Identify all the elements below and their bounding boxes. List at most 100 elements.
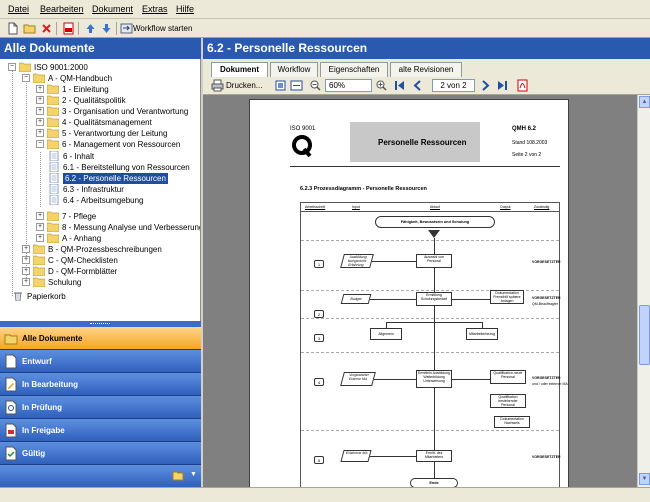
scroll-down-icon[interactable]: ▼: [639, 473, 650, 485]
scroll-thumb[interactable]: [639, 305, 650, 365]
end-terminator: Ende: [410, 478, 458, 487]
print-icon[interactable]: [211, 79, 224, 92]
move-up-icon[interactable]: [84, 22, 97, 35]
open-folder-icon[interactable]: [23, 22, 36, 35]
menu-dokument[interactable]: Dokument: [92, 4, 133, 14]
document-stand: Stand 108.2003: [512, 140, 548, 146]
tree-node-label: 5 - Verantwortung der Leitung: [62, 129, 168, 138]
zoom-in-icon[interactable]: [375, 79, 388, 92]
nav-label: In Freigabe: [22, 426, 65, 435]
folder-icon: [19, 62, 31, 72]
page-number-input[interactable]: 2 von 2: [432, 79, 475, 92]
folder-icon: [33, 255, 45, 265]
nav-in-bearbeitung[interactable]: In Bearbeitung: [0, 373, 201, 396]
menu-bearbeiten[interactable]: Bearbeiten: [40, 4, 84, 14]
pdf-icon[interactable]: [62, 22, 75, 35]
scroll-up-icon[interactable]: ▲: [639, 96, 650, 108]
role-label: VORGESETZTER: [532, 455, 561, 459]
status-bar: [0, 487, 650, 502]
output-document: Dokumentation Fremdhilf spätere Anlagen: [490, 290, 524, 304]
configure-icon[interactable]: [172, 470, 184, 481]
expand-icon[interactable]: +: [36, 85, 44, 93]
first-page-icon[interactable]: [393, 79, 406, 92]
start-arrow: [428, 230, 440, 238]
expand-icon[interactable]: +: [36, 234, 44, 242]
last-page-icon[interactable]: [496, 79, 509, 92]
nav-entwurf[interactable]: Entwurf: [0, 350, 201, 373]
expand-icon[interactable]: +: [36, 96, 44, 104]
tree-node-label: 1 - Einleitung: [62, 85, 109, 94]
trash-icon: [12, 291, 24, 301]
tree-node-label: 2 - Qualitätspolitik: [62, 96, 126, 105]
menu-hilfe[interactable]: Hilfe: [176, 4, 194, 14]
expand-icon[interactable]: +: [22, 267, 30, 275]
tree-node-label: 6 - Inhalt: [63, 152, 95, 161]
tab-alte-revisionen[interactable]: alte Revisionen: [390, 62, 462, 77]
tree-node-label: ISO 9001:2000: [34, 63, 88, 72]
print-button[interactable]: Drucken...: [226, 81, 262, 90]
process-box: Ermitt. des Mitarbeiters: [416, 450, 452, 462]
zoom-out-icon[interactable]: [309, 79, 322, 92]
move-down-icon[interactable]: [100, 22, 113, 35]
menu-extras[interactable]: Extras: [142, 4, 168, 14]
collapse-icon[interactable]: −: [8, 63, 16, 71]
expand-icon[interactable]: +: [36, 212, 44, 220]
document-title: 6.2 - Personelle Ressourcen: [203, 38, 650, 59]
previous-page-icon[interactable]: [411, 79, 424, 92]
new-document-icon[interactable]: [6, 22, 19, 35]
tree-node-label: A - Anhang: [62, 234, 102, 243]
document-icon: [48, 151, 60, 161]
expand-icon[interactable]: +: [22, 245, 30, 253]
fit-page-icon[interactable]: [274, 79, 287, 92]
expand-icon[interactable]: +: [36, 223, 44, 231]
next-page-icon[interactable]: [479, 79, 492, 92]
pdf-export-icon[interactable]: [516, 79, 529, 92]
process-box: Auswahl von Personal: [416, 254, 452, 268]
process-banner: Fähigkeit, Bewusstsein und Schulung: [375, 216, 495, 228]
document-viewer[interactable]: ISO 9001 Personelle Ressourcen QMH 6.2 S…: [203, 95, 637, 487]
expand-icon[interactable]: +: [36, 107, 44, 115]
tab-dokument[interactable]: Dokument: [211, 62, 268, 78]
nav-label: Alle Dokumente: [22, 334, 83, 343]
left-panel-title: Alle Dokumente: [0, 38, 201, 59]
chevron-down-icon[interactable]: ▼: [190, 471, 197, 478]
zoom-level-input[interactable]: 60%: [325, 79, 372, 92]
folder-icon: [33, 277, 45, 287]
process-box: Ermittlung Schulungsbedarf: [416, 292, 452, 306]
fit-width-icon[interactable]: [290, 79, 303, 92]
workflow-icon[interactable]: [120, 22, 133, 35]
folder-icon: [47, 106, 59, 116]
nav-gueltig[interactable]: Gültig: [0, 442, 201, 465]
menu-datei[interactable]: Datei: [8, 4, 29, 14]
expand-icon[interactable]: +: [36, 129, 44, 137]
input-shape: Vorgesetzter Externe MA: [340, 372, 376, 386]
tree-node-label: Schulung: [48, 278, 82, 287]
document-edit-icon: [4, 377, 18, 392]
tab-bar: Dokument Workflow Eigenschaften alte Rev…: [203, 59, 650, 78]
tab-workflow[interactable]: Workflow: [270, 62, 318, 77]
nav-in-freigabe[interactable]: In Freigabe: [0, 419, 201, 442]
folder-icon: [33, 266, 45, 276]
output-document: Qualifikation neuer Personal: [490, 370, 526, 384]
tree-node-label: 6 - Management von Ressourcen: [62, 140, 181, 149]
collapse-icon[interactable]: −: [36, 140, 44, 148]
tree-node-label: Papierkorb: [27, 292, 66, 301]
collapse-icon[interactable]: −: [22, 74, 30, 82]
expand-icon[interactable]: +: [22, 278, 30, 286]
delete-icon[interactable]: [40, 22, 53, 35]
expand-icon[interactable]: +: [36, 118, 44, 126]
column-label: Output: [500, 205, 511, 209]
iso-label: ISO 9001: [290, 126, 316, 132]
step-number: 4: [314, 378, 324, 386]
vertical-scrollbar[interactable]: ▲ ▼: [637, 95, 650, 487]
document-tree[interactable]: − ISO 9001:2000 − A - QM-Handbuch +1 - Ein…: [0, 59, 201, 321]
folder-icon: [33, 73, 45, 83]
document-approve-icon: [4, 423, 18, 438]
nav-in-pruefung[interactable]: In Prüfung: [0, 396, 201, 419]
document-id: QMH 6.2: [512, 126, 537, 132]
tree-node-label: 6.3 - Infrastruktur: [63, 185, 124, 194]
expand-icon[interactable]: +: [22, 256, 30, 264]
nav-alle-dokumente[interactable]: Alle Dokumente: [0, 327, 201, 350]
tab-eigenschaften[interactable]: Eigenschaften: [320, 62, 388, 77]
workflow-start-button[interactable]: Workflow starten: [133, 24, 192, 33]
